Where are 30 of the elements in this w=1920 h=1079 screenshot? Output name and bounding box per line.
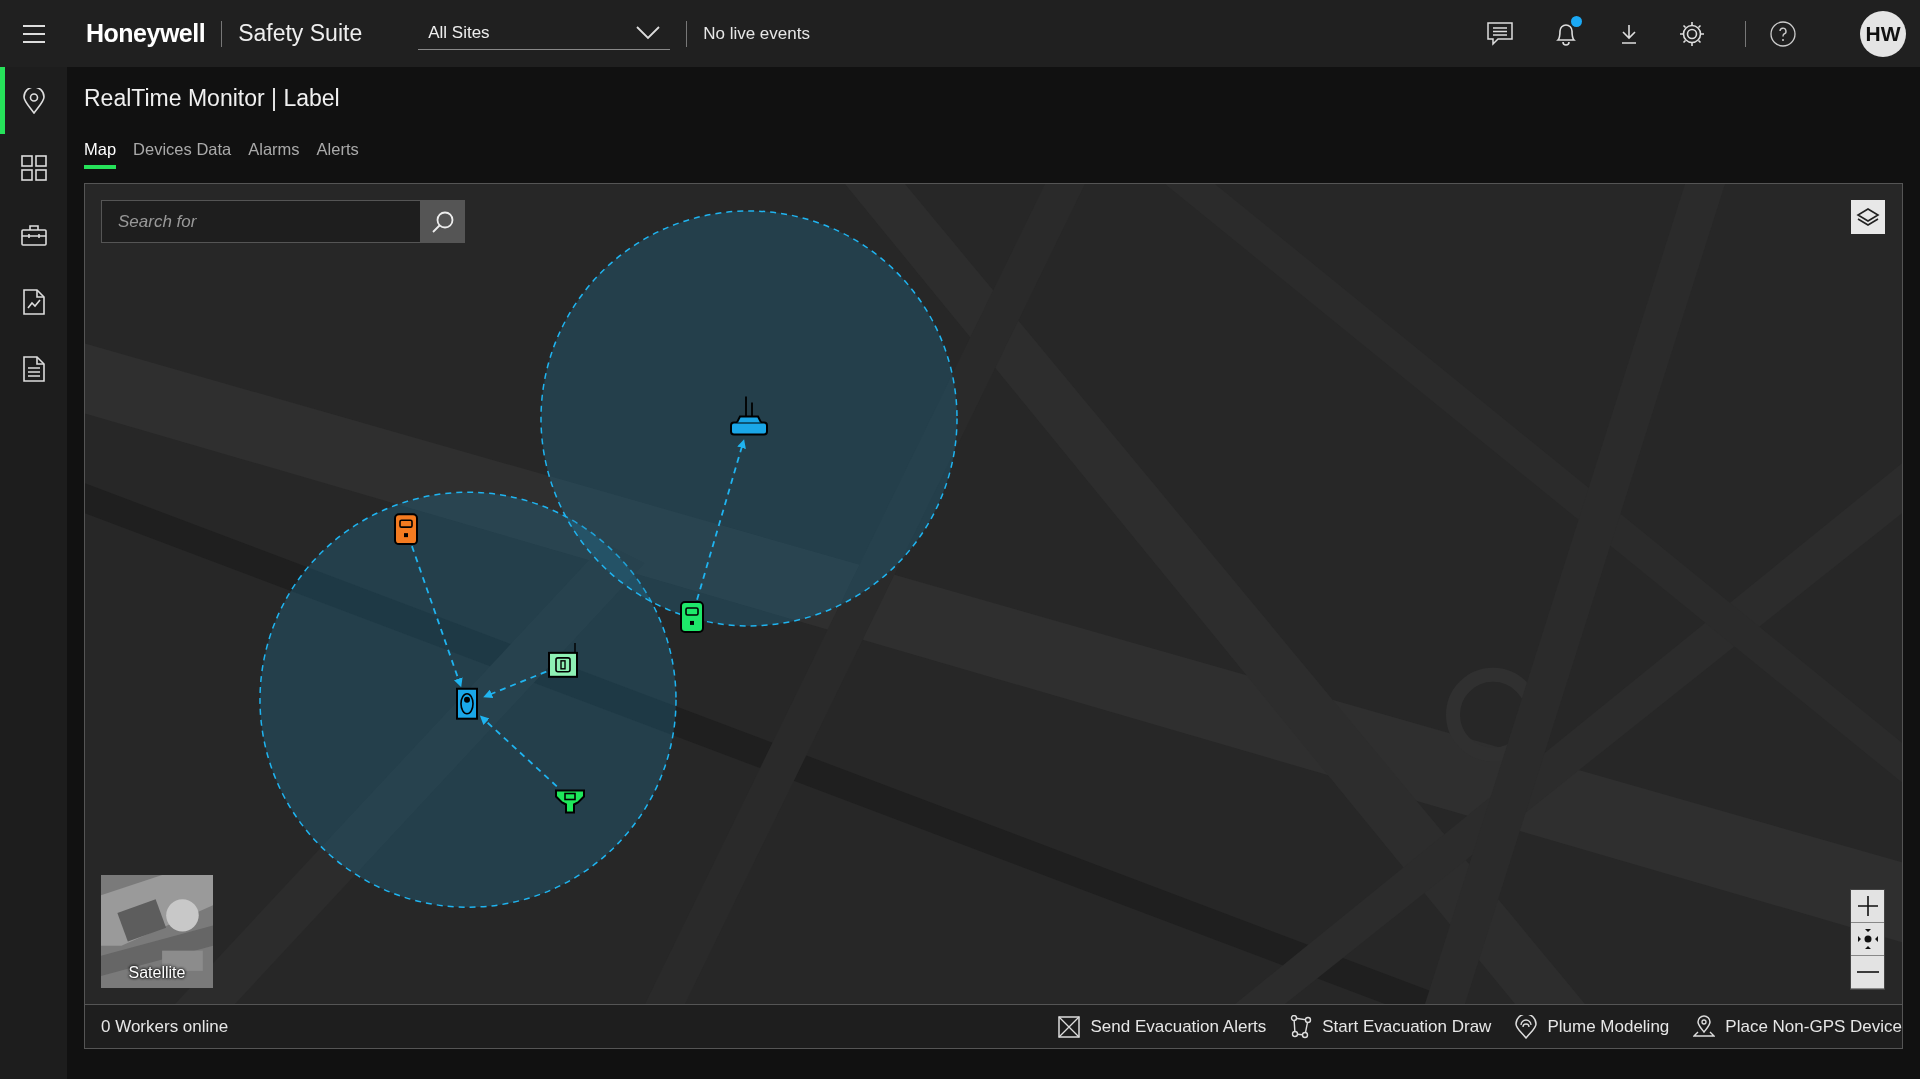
document-icon (22, 355, 45, 382)
plume-pin-icon (1515, 1014, 1538, 1039)
polygon-draw-icon (1290, 1014, 1313, 1039)
menu-icon[interactable] (22, 24, 46, 43)
user-avatar[interactable]: HW (1860, 10, 1906, 57)
download-icon[interactable] (1619, 23, 1639, 44)
chevron-down-icon (636, 26, 661, 40)
action-button[interactable]: Plume Modeling (1515, 1014, 1670, 1039)
workers-online-count: 0 Workers online (101, 1016, 229, 1037)
settings-icon[interactable] (1679, 20, 1705, 47)
location-pin-icon (22, 87, 45, 114)
help-icon[interactable] (1770, 20, 1796, 47)
action-button[interactable]: Start Evacuation Draw (1290, 1014, 1492, 1039)
tab[interactable]: Map (84, 136, 117, 169)
grid-icon (20, 154, 47, 181)
toolbox-icon (20, 223, 47, 246)
report-icon (22, 288, 45, 315)
tab[interactable]: Devices Data (133, 136, 232, 169)
crossed-box-icon (1058, 1015, 1081, 1038)
logo: Honeywell (86, 19, 206, 48)
app-name: Safety Suite (238, 20, 363, 47)
site-dropdown[interactable]: All Sites (418, 17, 671, 50)
action-button[interactable]: Send Evacuation Alerts (1058, 1015, 1267, 1038)
action-button[interactable]: Place Non-GPS Device (1693, 1014, 1902, 1039)
live-status: No live events (703, 23, 810, 44)
page-title: RealTime Monitor | Label (84, 85, 341, 112)
chat-icon[interactable] (1487, 21, 1513, 46)
tab[interactable]: Alarms (248, 136, 300, 169)
place-pin-icon (1693, 1014, 1716, 1039)
tab[interactable]: Alerts (316, 136, 359, 169)
